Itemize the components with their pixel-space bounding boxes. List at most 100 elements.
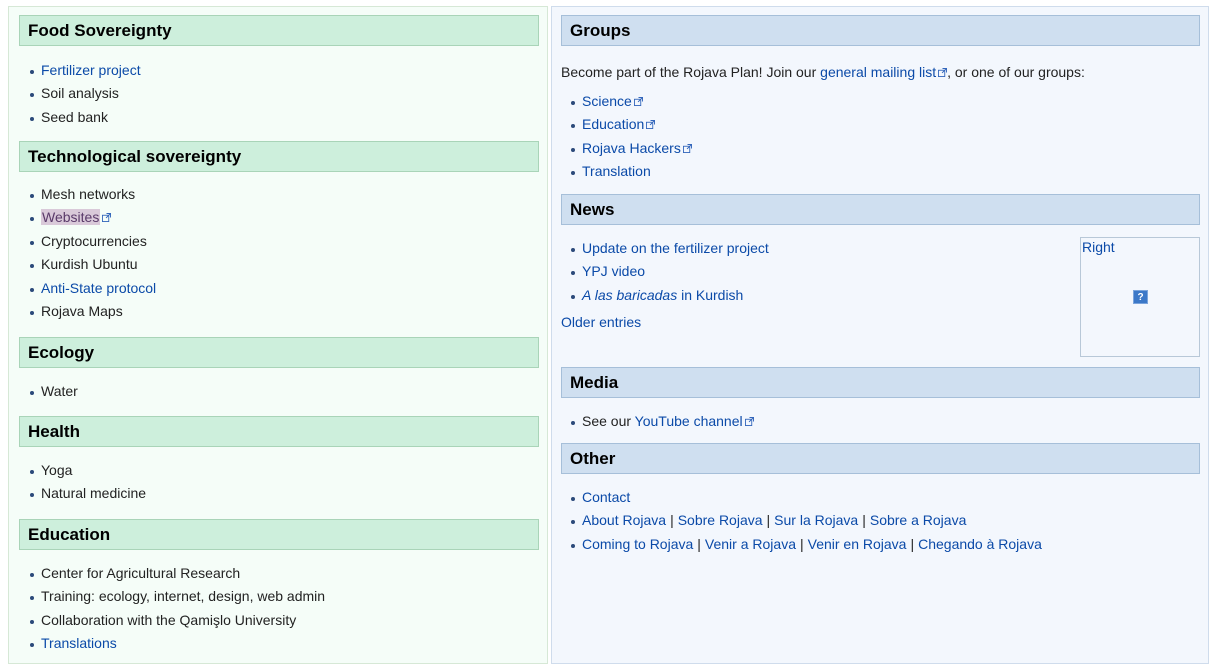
ypj-video-link[interactable]: YPJ video	[582, 263, 645, 279]
separator: |	[766, 512, 771, 529]
left-panel: Food Sovereignty Fertilizer project Soil…	[8, 6, 548, 664]
list-item: Cryptocurrencies	[28, 230, 156, 253]
coming-to-rojava-en-link[interactable]: Coming to Rojava	[582, 536, 693, 552]
soil-analysis-text: Soil analysis	[41, 85, 119, 102]
coming-to-rojava-pt-link[interactable]: Chegando à Rojava	[918, 536, 1042, 552]
separator: |	[670, 512, 674, 529]
mesh-networks-text: Mesh networks	[41, 186, 136, 202]
list-item: About Rojava | Sobre Rojava | Sur la Rojava |…	[569, 509, 1042, 532]
list-item: Rojava Hackers	[569, 137, 692, 160]
rojava-maps-text: Rojava Maps	[41, 302, 123, 319]
yoga-text: Yoga	[41, 462, 73, 478]
tech-sovereignty-heading: Technological sovereignty	[19, 141, 539, 172]
list-item: YPJ video	[569, 260, 769, 283]
websites-link[interactable]: Websites	[41, 209, 101, 226]
training-text: Training: ecology, internet, design, web…	[41, 588, 326, 605]
about-rojava-en-link[interactable]: About Rojava	[582, 512, 666, 528]
right-image-box: Right ?	[1080, 237, 1200, 357]
education-group-link[interactable]: Education	[582, 116, 644, 132]
news-list: Update on the fertilizer project YPJ vid…	[569, 237, 769, 307]
education-list: Center for Agricultural Research Trainin…	[28, 562, 325, 656]
separator: |	[697, 535, 701, 552]
food-sovereignty-list: Fertilizer project Soil analysis Seed ba…	[28, 59, 141, 129]
list-item: Center for Agricultural Research	[28, 562, 325, 585]
list-item: A las baricadas in Kurdish	[569, 284, 769, 307]
external-link-icon	[938, 68, 947, 77]
external-link-icon	[745, 417, 754, 426]
baricadas-rest: in Kurdish	[677, 286, 744, 303]
seed-bank-text: Seed bank	[41, 108, 108, 125]
list-item: See our YouTube channel	[569, 410, 754, 433]
list-item: Translations	[28, 632, 325, 655]
list-item: Yoga	[28, 459, 146, 482]
right-image-label[interactable]: Right	[1082, 239, 1115, 255]
ecology-heading: Ecology	[19, 337, 539, 368]
list-item: Translation	[569, 160, 692, 183]
external-link-icon	[102, 213, 111, 222]
list-item: Training: ecology, internet, design, web…	[28, 585, 325, 608]
coming-to-rojava-es-link[interactable]: Venir a Rojava	[705, 536, 796, 552]
intro-text-after: , or one of our groups:	[947, 64, 1085, 80]
education-heading: Education	[19, 519, 539, 550]
list-item: Soil analysis	[28, 82, 141, 105]
contact-link[interactable]: Contact	[582, 489, 630, 505]
about-rojava-es-link[interactable]: Sobre Rojava	[678, 512, 763, 528]
external-link-icon	[683, 144, 692, 153]
health-list: Yoga Natural medicine	[28, 459, 146, 506]
fertilizer-update-link[interactable]: Update on the fertilizer project	[582, 240, 769, 256]
fertilizer-project-link[interactable]: Fertilizer project	[41, 62, 141, 78]
rojava-hackers-link[interactable]: Rojava Hackers	[582, 140, 681, 156]
list-item: Collaboration with the Qamişlo Universit…	[28, 609, 325, 632]
right-panel: Groups Become part of the Rojava Plan! J…	[551, 6, 1209, 664]
list-item: Rojava Maps	[28, 300, 156, 323]
media-list: See our YouTube channel	[569, 410, 754, 433]
list-item: Anti-State protocol	[28, 277, 156, 300]
list-item: Education	[569, 113, 692, 136]
list-item: Natural medicine	[28, 482, 146, 505]
media-heading: Media	[561, 367, 1200, 398]
youtube-channel-link[interactable]: YouTube channel	[635, 413, 743, 429]
about-rojava-fr-link[interactable]: Sur la Rojava	[774, 512, 858, 528]
older-entries-link[interactable]: Older entries	[561, 314, 641, 330]
list-item: Mesh networks	[28, 183, 156, 206]
about-rojava-pt-link[interactable]: Sobre a Rojava	[870, 512, 967, 528]
list-item: Fertilizer project	[28, 59, 141, 82]
natural-medicine-text: Natural medicine	[41, 485, 147, 502]
tech-sovereignty-list: Mesh networks Websites Cryptocurrencies …	[28, 183, 156, 323]
list-item: Update on the fertilizer project	[569, 237, 769, 260]
qamislo-collaboration-text: Collaboration with the Qamişlo Universit…	[41, 611, 297, 628]
groups-intro: Become part of the Rojava Plan! Join our…	[561, 64, 1085, 80]
translations-link[interactable]: Translations	[41, 635, 117, 651]
external-link-icon	[634, 97, 643, 106]
groups-heading: Groups	[561, 15, 1200, 46]
external-link-icon	[646, 120, 655, 129]
list-item: Contact	[569, 486, 1042, 509]
water-text: Water	[41, 383, 78, 399]
baricadas-italic: A las baricadas	[582, 286, 678, 303]
list-item: Coming to Rojava | Venir a Rojava | Venir en…	[569, 533, 1042, 556]
question-icon[interactable]: ?	[1133, 290, 1148, 304]
news-heading: News	[561, 194, 1200, 225]
health-heading: Health	[19, 416, 539, 447]
list-item: Websites	[28, 206, 156, 229]
food-sovereignty-heading: Food Sovereignty	[19, 15, 539, 46]
list-item: Water	[28, 380, 78, 403]
separator: |	[910, 535, 915, 552]
anti-state-protocol-link[interactable]: Anti-State protocol	[41, 280, 156, 296]
kurdish-ubuntu-text: Kurdish Ubuntu	[41, 256, 138, 273]
groups-list: Science Education Rojava Hackers Transla…	[569, 90, 692, 184]
separator: |	[862, 512, 866, 529]
baricadas-link[interactable]: A las baricadas in Kurdish	[582, 287, 743, 303]
list-item: Kurdish Ubuntu	[28, 253, 156, 276]
list-item: Seed bank	[28, 106, 141, 129]
mailing-list-link[interactable]: general mailing list	[820, 64, 936, 80]
agricultural-research-text: Center for Agricultural Research	[41, 565, 241, 581]
coming-to-rojava-fr-link[interactable]: Venir en Rojava	[808, 536, 907, 552]
translation-group-link[interactable]: Translation	[582, 163, 651, 179]
list-item: Science	[569, 90, 692, 113]
see-our-text: See our	[582, 413, 635, 429]
science-group-link[interactable]: Science	[582, 93, 632, 109]
ecology-list: Water	[28, 380, 78, 403]
intro-text-before: Become part of the Rojava Plan! Join our	[561, 64, 821, 80]
separator: |	[799, 535, 804, 552]
